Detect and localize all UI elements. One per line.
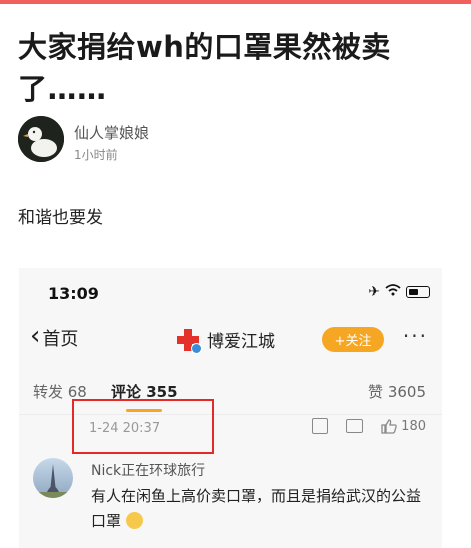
status-bar-time: 13:09 [48, 284, 99, 303]
action-icons: 180 [312, 418, 426, 434]
battery-icon [406, 286, 430, 298]
post-title: 大家捐给wh的口罩果然被卖了…… [18, 30, 391, 106]
wifi-icon [385, 284, 401, 300]
follow-button[interactable]: +关注 [322, 327, 384, 352]
emoji-icon [125, 512, 143, 529]
chevron-left-icon: ‹ [30, 321, 41, 351]
post-timestamp: 1小时前 [74, 148, 118, 162]
airplane-icon: ✈ [368, 284, 380, 300]
verified-badge-icon [191, 342, 202, 354]
back-label: 首页 [42, 328, 79, 350]
like-count: 180 [401, 418, 426, 434]
comment-text: 有人在闲鱼上高价卖口罩，而且是捐给武汉的公益口罩 [91, 484, 431, 534]
red-cross-icon [177, 328, 202, 354]
commenter-name[interactable]: Nick正在环球旅行 [91, 460, 205, 480]
account-name: 博爱江城 [207, 332, 275, 352]
top-accent-bar [0, 0, 471, 4]
thumbs-up-icon [381, 418, 397, 434]
embedded-screenshot[interactable]: 13:09 ✈ ‹ 首页 博爱江城 +关注 ··· 转发 68 评论 355 赞… [19, 268, 442, 548]
screenshot-nav-bar: ‹ 首页 博爱江城 +关注 ··· [19, 321, 442, 360]
author-avatar[interactable] [18, 116, 64, 162]
status-bar-icons: ✈ [368, 284, 430, 300]
eiffel-tower-image [33, 464, 73, 498]
account-header[interactable]: 博爱江城 [177, 327, 275, 354]
tab-like[interactable]: 赞 3605 [368, 381, 426, 402]
author-name[interactable]: 仙人掌娘娘 [74, 122, 149, 143]
duck-avatar-image [18, 116, 64, 162]
share-icon[interactable] [312, 418, 329, 434]
post-body-text: 和谐也要发 [18, 208, 103, 228]
more-icon[interactable]: ··· [403, 324, 428, 348]
back-button[interactable]: ‹ 首页 [30, 321, 79, 351]
red-highlight-box [72, 399, 214, 454]
comment-icon[interactable] [346, 419, 364, 433]
commenter-avatar[interactable] [33, 458, 73, 498]
like-button[interactable]: 180 [381, 419, 426, 434]
